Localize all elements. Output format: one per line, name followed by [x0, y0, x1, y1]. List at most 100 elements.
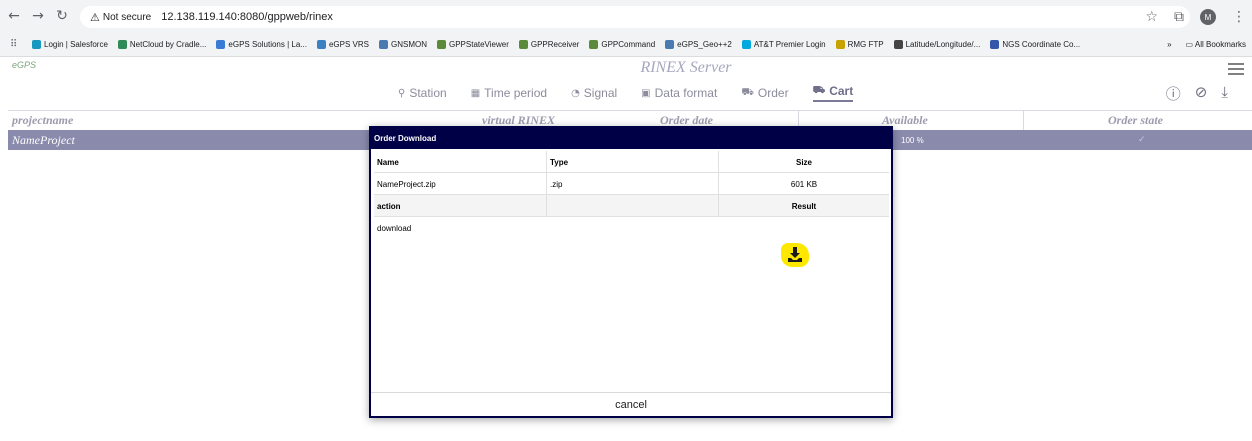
bookmark-label: RMG FTP — [847, 39, 884, 49]
bookmark-label: eGPS Solutions | La... — [228, 39, 307, 49]
main-menu: ⚲ Station ▦ Time period ◔ Signal ▣ Data format ⛟… — [398, 84, 854, 102]
bookmark-item[interactable]: RMG FTP — [835, 39, 884, 49]
menu-item-label: Signal — [583, 86, 618, 100]
download-table: Name Type Size NameProject.zip .zip 601 … — [374, 151, 889, 267]
menu-item-time-period[interactable]: ▦ Time period — [471, 86, 547, 100]
bookmark-icon — [316, 39, 326, 49]
header-projectname[interactable]: projectname — [12, 113, 73, 128]
action-row: download — [374, 217, 889, 239]
address-row: ← → ↻ ⚠ Not secure 12.138.119.140:8080/g… — [0, 0, 1252, 32]
map-marker-icon: ⚲ — [398, 87, 406, 99]
bookmark-item[interactable]: GPPStateViewer — [436, 39, 509, 49]
table-row: NameProject.zip .zip 601 KB — [374, 173, 889, 195]
bookmark-icon — [216, 39, 226, 49]
bookmark-item[interactable]: Latitude/Longitude/... — [893, 39, 981, 49]
bookmark-label: GPPCommand — [601, 39, 656, 49]
col-size: Size — [718, 151, 889, 173]
info-icon[interactable]: ⓘ — [1166, 83, 1181, 104]
cell-available: 100 % — [901, 136, 924, 145]
bookmark-label: Latitude/Longitude/... — [905, 39, 981, 49]
bookmark-label: AT&T Premier Login — [753, 39, 826, 49]
menu-item-label: Time period — [484, 86, 548, 100]
profile-avatar[interactable]: M — [1200, 9, 1216, 25]
action-header-row: action Result — [374, 195, 889, 217]
address-bar[interactable]: ⚠ Not secure 12.138.119.140:8080/gppweb/… — [80, 6, 1190, 28]
menu-item-cart[interactable]: ⛟ Cart — [812, 84, 854, 102]
forward-icon[interactable]: → — [28, 8, 48, 24]
bookmark-icon — [518, 39, 528, 49]
cell-projectname: NameProject — [12, 133, 75, 147]
bookmarks-right: » ▭ All Bookmarks — [1167, 33, 1246, 55]
rss-icon: ◔ — [571, 87, 580, 99]
menu-item-signal[interactable]: ◔ Signal — [571, 86, 617, 100]
bookmark-item[interactable]: AT&T Premier Login — [741, 39, 826, 49]
cart-icon: ⛟ — [812, 84, 826, 96]
browser-chrome: ← → ↻ ⚠ Not secure 12.138.119.140:8080/g… — [0, 0, 1252, 57]
cancel-button[interactable]: cancel — [371, 392, 891, 416]
bookmark-item[interactable]: GPPCommand — [589, 39, 656, 49]
bookmarks-bar: ⠿ Login | Salesforce NetCloud by Cradle..… — [0, 33, 1252, 55]
bookmark-item[interactable]: eGPS Solutions | La... — [216, 39, 307, 49]
bookmark-icon — [117, 39, 127, 49]
bookmark-label: eGPS VRS — [328, 39, 369, 49]
hamburger-menu-icon[interactable] — [1228, 63, 1244, 78]
back-icon[interactable]: ← — [4, 8, 24, 24]
extensions-icon[interactable]: ⧉ — [1174, 9, 1184, 25]
menu-item-label: Data format — [654, 86, 718, 100]
folder-icon: ▭ — [1185, 39, 1195, 49]
header-order-state[interactable]: Order state — [1108, 113, 1163, 128]
all-bookmarks-button[interactable]: ▭ All Bookmarks — [1186, 40, 1246, 49]
action-download: download — [377, 223, 412, 233]
app-title: RINEX Server — [640, 59, 732, 76]
bookmark-label: GNSMON — [390, 39, 427, 49]
more-bookmarks-button[interactable]: » — [1167, 40, 1171, 49]
bookmark-star-icon[interactable]: ☆ — [1145, 9, 1158, 25]
menu-item-order[interactable]: ⛟ Order — [741, 86, 788, 100]
apps-grid-icon[interactable]: ⠿ — [10, 39, 24, 50]
download-icon[interactable] — [781, 243, 809, 267]
bookmark-item[interactable]: GPPReceiver — [518, 39, 580, 49]
browser-menu-icon[interactable]: ⋮ — [1232, 9, 1246, 25]
reload-icon[interactable]: ↻ — [52, 8, 72, 24]
bookmark-icon — [893, 39, 903, 49]
bookmark-icon — [835, 39, 845, 49]
url-text[interactable]: 12.138.119.140:8080/gppweb/rinex — [161, 11, 333, 23]
calendar-icon: ▦ — [470, 87, 481, 99]
col-result: Result — [718, 195, 889, 217]
menu-item-station[interactable]: ⚲ Station — [398, 86, 447, 100]
file-name: NameProject.zip — [377, 179, 436, 189]
bookmark-item[interactable]: eGPS VRS — [316, 39, 369, 49]
bookmark-label: eGPS_Geo++2 — [677, 39, 732, 49]
bookmark-label: GPPStateViewer — [448, 39, 509, 49]
download-result-button[interactable] — [781, 243, 809, 267]
bookmark-item[interactable]: NGS Coordinate Co... — [990, 39, 1081, 49]
bookmark-item[interactable]: NetCloud by Cradle... — [117, 39, 207, 49]
download-icon[interactable]: ⤓ — [1221, 83, 1228, 104]
bookmark-icon — [32, 39, 41, 49]
security-label[interactable]: Not secure — [103, 12, 151, 23]
cart-icon: ⛟ — [741, 86, 754, 98]
bookmark-item[interactable]: Login | Salesforce — [32, 39, 108, 49]
browser-actions: ☆ ⧉ M ⋮ — [1145, 6, 1246, 28]
order-download-dialog: Order Download Name Type Size NameProjec… — [369, 126, 893, 418]
menu-item-label: Station — [409, 86, 447, 100]
bookmark-item[interactable]: eGPS_Geo++2 — [665, 39, 732, 49]
bookmark-label: NetCloud by Cradle... — [129, 39, 207, 49]
bookmark-label: GPPReceiver — [530, 39, 580, 49]
menu-item-label: Order — [757, 86, 789, 100]
all-bookmarks-label: All Bookmarks — [1194, 39, 1246, 49]
file-type: .zip — [546, 173, 718, 195]
col-type: Type — [546, 151, 718, 173]
toolbar-icons: ⓘ ⊘ ⤓ — [1166, 83, 1228, 104]
bookmark-icon — [741, 39, 751, 49]
bookmark-label: Login | Salesforce — [44, 39, 108, 49]
warning-icon[interactable]: ⚠ — [90, 11, 100, 24]
bookmark-icon — [436, 39, 446, 49]
col-empty — [546, 195, 718, 217]
bookmark-icon — [589, 39, 599, 49]
menu-item-data-format[interactable]: ▣ Data format — [641, 86, 717, 100]
bookmark-label: NGS Coordinate Co... — [1002, 39, 1081, 49]
bookmark-icon — [990, 39, 1000, 49]
cancel-icon[interactable]: ⊘ — [1195, 83, 1208, 104]
bookmark-item[interactable]: GNSMON — [378, 39, 427, 49]
